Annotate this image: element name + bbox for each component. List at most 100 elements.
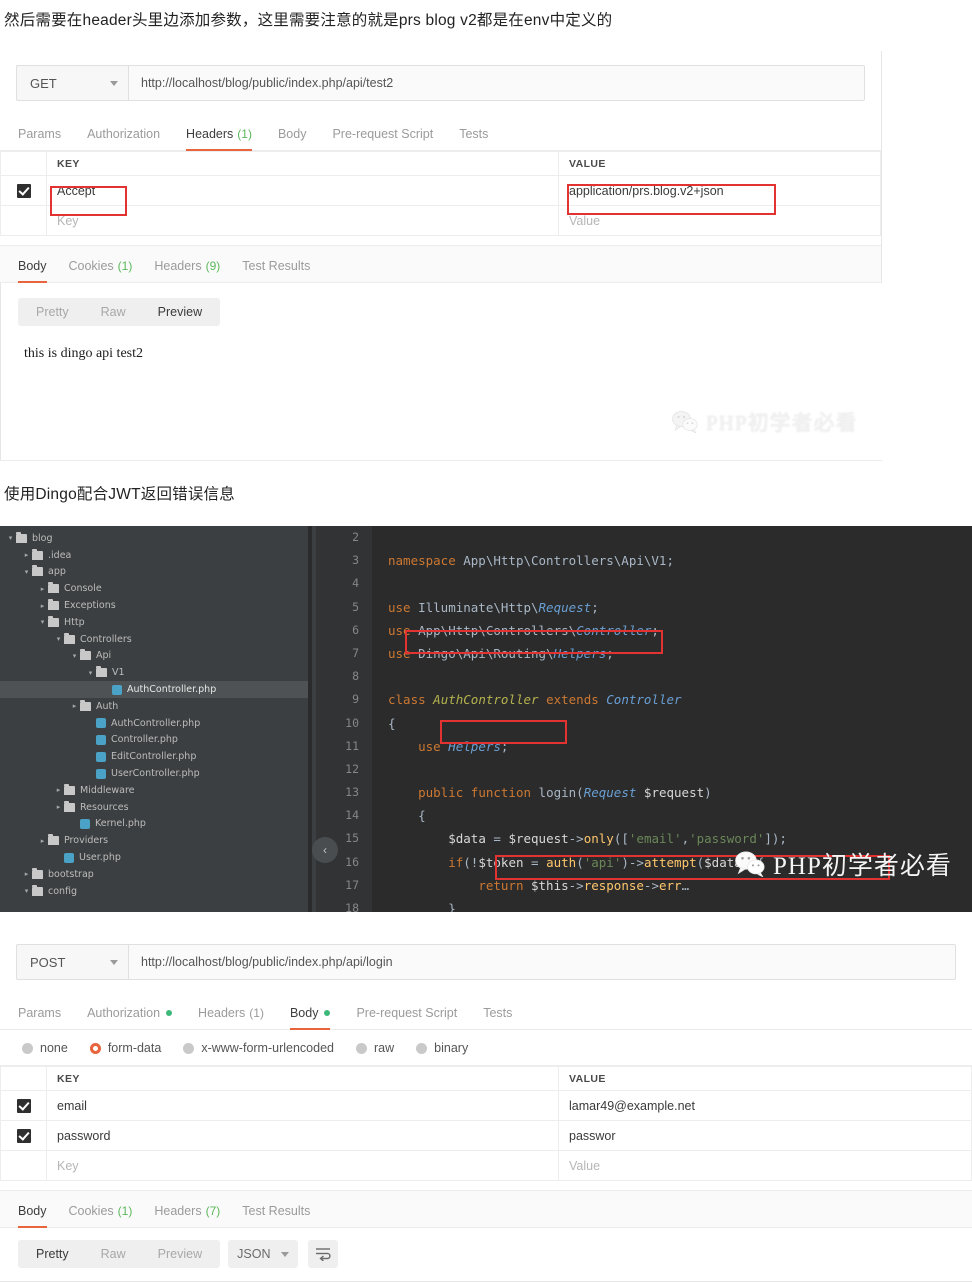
- request-url-input-bottom[interactable]: http://localhost/blog/public/index.php/a…: [128, 944, 956, 980]
- tab-pre-request-script[interactable]: Pre-request Script: [332, 127, 433, 150]
- tree-item[interactable]: Kernel.php: [0, 816, 312, 833]
- chevron-right-icon[interactable]: ▸: [22, 870, 31, 878]
- code-line[interactable]: 2: [316, 526, 972, 549]
- code-line[interactable]: 9 class AuthController extends Controller: [316, 688, 972, 711]
- code-line[interactable]: 14 {: [316, 804, 972, 827]
- tab-authorization[interactable]: Authorization: [87, 1006, 173, 1029]
- request-url-input-top[interactable]: http://localhost/blog/public/index.php/a…: [128, 65, 865, 101]
- chevron-right-icon[interactable]: ▸: [54, 803, 63, 811]
- row-key-cell[interactable]: email: [46, 1090, 559, 1121]
- tree-item[interactable]: UserController.php: [0, 765, 312, 782]
- sidebar-collapse-button[interactable]: ‹: [312, 837, 338, 863]
- tree-item[interactable]: ▾ Http: [0, 614, 312, 631]
- table-row[interactable]: email lamar49@example.net: [0, 1090, 972, 1121]
- response-tab-headers[interactable]: Headers (7): [154, 1204, 220, 1227]
- chevron-right-icon[interactable]: ▸: [70, 702, 79, 710]
- table-row[interactable]: password passwor: [0, 1120, 972, 1151]
- response-tab-body[interactable]: Body: [18, 1204, 47, 1228]
- code-line[interactable]: 10 {: [316, 712, 972, 735]
- tab-params[interactable]: Params: [18, 1006, 61, 1029]
- code-line[interactable]: 17 return $this->response->err…: [316, 874, 972, 897]
- code-line[interactable]: 13 public function login(Request $reques…: [316, 781, 972, 804]
- code-line[interactable]: 6 use App\Http\Controllers\Controller;: [316, 619, 972, 642]
- view-mode-pretty[interactable]: Pretty: [20, 1240, 85, 1268]
- table-row[interactable]: Accept application/prs.blog.v2+json: [0, 175, 881, 206]
- table-row[interactable]: Key Value: [0, 1150, 972, 1181]
- chevron-down-icon[interactable]: ▾: [86, 669, 95, 677]
- row-key-cell[interactable]: password: [46, 1120, 559, 1151]
- tab-tests[interactable]: Tests: [459, 127, 488, 150]
- row-checkbox[interactable]: [16, 183, 31, 198]
- tree-item[interactable]: ▸ bootstrap: [0, 866, 312, 883]
- code-line[interactable]: 15 $data = $request->only(['email','pass…: [316, 827, 972, 850]
- table-row[interactable]: Key Value: [0, 205, 881, 236]
- code-line[interactable]: 3 namespace App\Http\Controllers\Api\V1;: [316, 549, 972, 572]
- chevron-down-icon[interactable]: ▾: [54, 635, 63, 643]
- row-value-cell[interactable]: lamar49@example.net: [558, 1090, 972, 1121]
- code-line[interactable]: 8: [316, 665, 972, 688]
- view-mode-raw[interactable]: Raw: [85, 1240, 142, 1268]
- code-editor[interactable]: 2 3 namespace App\Http\Controllers\Api\V1;…: [316, 526, 972, 912]
- response-tab-cookies[interactable]: Cookies (1): [69, 259, 133, 282]
- row-key-cell[interactable]: Key: [46, 205, 559, 236]
- chevron-right-icon[interactable]: ▸: [22, 551, 31, 559]
- tree-item[interactable]: AuthController.php: [0, 681, 312, 698]
- http-method-select-top[interactable]: GET: [16, 65, 128, 101]
- row-value-cell[interactable]: passwor: [558, 1120, 972, 1151]
- tree-item[interactable]: ▸ Resources: [0, 799, 312, 816]
- chevron-down-icon[interactable]: ▾: [22, 568, 31, 576]
- http-method-select-bottom[interactable]: POST: [16, 944, 128, 980]
- row-value-cell[interactable]: application/prs.blog.v2+json: [558, 175, 881, 206]
- response-format-select[interactable]: JSON: [228, 1240, 299, 1268]
- response-tab-body[interactable]: Body: [18, 259, 47, 283]
- tree-item[interactable]: ▸ .idea: [0, 547, 312, 564]
- code-content[interactable]: 2 3 namespace App\Http\Controllers\Api\V1;…: [316, 526, 972, 912]
- tree-item[interactable]: EditController.php: [0, 748, 312, 765]
- code-line[interactable]: 18 }: [316, 897, 972, 912]
- row-checkbox-cell[interactable]: [0, 1120, 47, 1151]
- chevron-down-icon[interactable]: ▾: [38, 618, 47, 626]
- row-key-cell[interactable]: Key: [46, 1150, 559, 1181]
- tab-authorization[interactable]: Authorization: [87, 127, 160, 150]
- body-type-form-data[interactable]: form-data: [89, 1041, 161, 1055]
- tree-item[interactable]: ▸ Auth: [0, 698, 312, 715]
- tree-item[interactable]: ▾ config: [0, 883, 312, 900]
- chevron-down-icon[interactable]: ▾: [70, 652, 79, 660]
- view-mode-preview[interactable]: Preview: [142, 298, 218, 326]
- row-value-cell[interactable]: Value: [558, 1150, 972, 1181]
- response-tab-test-results[interactable]: Test Results: [242, 1204, 310, 1227]
- view-mode-raw[interactable]: Raw: [85, 298, 142, 326]
- code-line[interactable]: 7 use Dingo\Api\Routing\Helpers;: [316, 642, 972, 665]
- tree-scrollbar[interactable]: [308, 526, 312, 912]
- chevron-right-icon[interactable]: ▸: [54, 786, 63, 794]
- tab-headers[interactable]: Headers (1): [198, 1006, 264, 1029]
- chevron-down-icon[interactable]: ▾: [6, 534, 15, 542]
- chevron-right-icon[interactable]: ▸: [38, 585, 47, 593]
- tree-item[interactable]: ▸ Exceptions: [0, 597, 312, 614]
- tree-item[interactable]: ▸ Providers: [0, 832, 312, 849]
- response-tab-cookies[interactable]: Cookies (1): [69, 1204, 133, 1227]
- chevron-right-icon[interactable]: ▸: [38, 602, 47, 610]
- code-line[interactable]: 4: [316, 572, 972, 595]
- tab-body[interactable]: Body: [278, 127, 307, 150]
- body-type-raw[interactable]: raw: [356, 1041, 394, 1055]
- code-line[interactable]: 16 if(!$token = auth('api')->attempt($da…: [316, 851, 972, 874]
- code-line[interactable]: 11 use Helpers;: [316, 735, 972, 758]
- wrap-lines-button[interactable]: [308, 1240, 339, 1268]
- tab-tests[interactable]: Tests: [483, 1006, 512, 1029]
- tree-item[interactable]: ▾ blog: [0, 530, 312, 547]
- row-checkbox[interactable]: [16, 1128, 31, 1143]
- body-type-binary[interactable]: binary: [416, 1041, 468, 1055]
- row-key-cell[interactable]: Accept: [46, 175, 559, 206]
- row-checkbox-cell[interactable]: [0, 1150, 47, 1181]
- view-mode-pretty[interactable]: Pretty: [20, 298, 85, 326]
- chevron-down-icon[interactable]: ▾: [22, 887, 31, 895]
- row-checkbox-cell[interactable]: [0, 205, 47, 236]
- row-checkbox-cell[interactable]: [0, 1090, 47, 1121]
- code-line[interactable]: 5 use Illuminate\Http\Request;: [316, 596, 972, 619]
- row-checkbox-cell[interactable]: [0, 175, 47, 206]
- row-checkbox[interactable]: [16, 1098, 31, 1113]
- tree-item[interactable]: ▾ app: [0, 564, 312, 581]
- tree-item[interactable]: AuthController.php: [0, 715, 312, 732]
- tree-item[interactable]: ▾ V1: [0, 664, 312, 681]
